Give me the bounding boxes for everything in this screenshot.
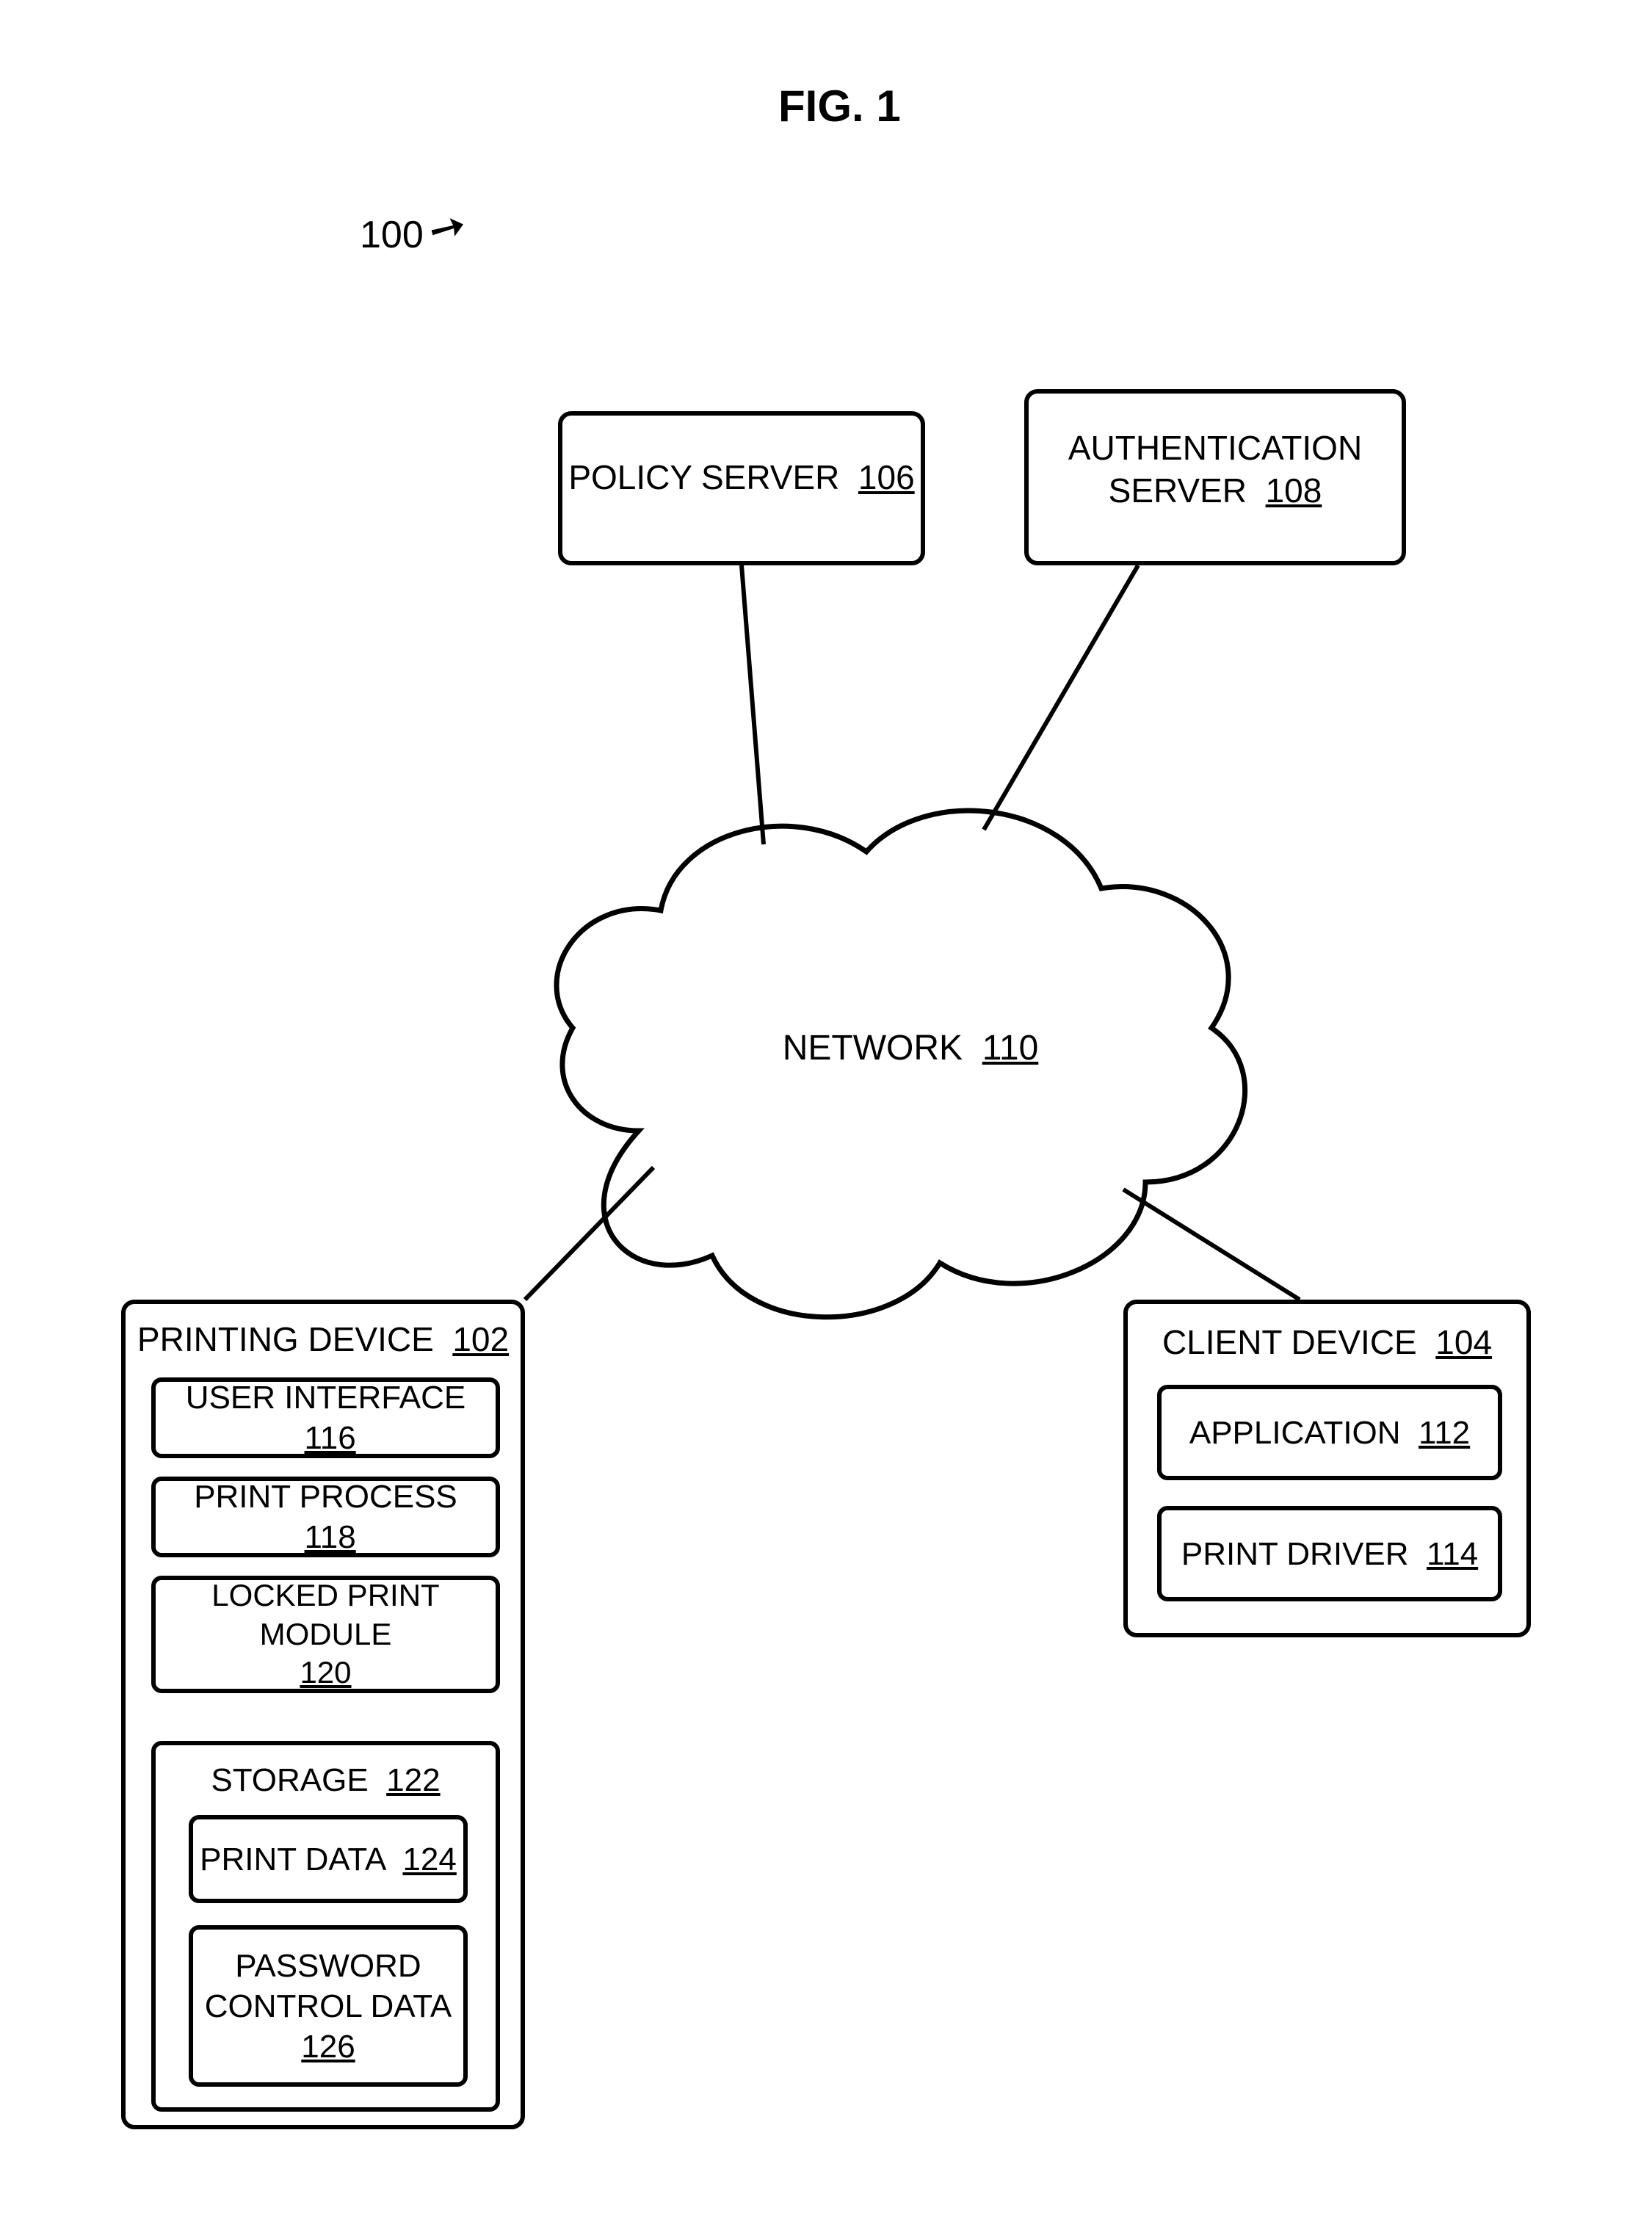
client-print-driver-box: PRINT DRIVER 114 bbox=[1157, 1506, 1502, 1601]
print-data-label: PRINT DATA bbox=[200, 1841, 385, 1877]
password-control-data-label2: CONTROL DATA bbox=[205, 1988, 452, 2024]
storage-num: 122 bbox=[386, 1762, 440, 1798]
figure-ref-100: 100 bbox=[360, 213, 424, 257]
network-num: 110 bbox=[982, 1029, 1039, 1068]
user-interface-num: 116 bbox=[305, 1420, 356, 1456]
auth-server-box: AUTHENTICATION SERVER 108 bbox=[1024, 389, 1406, 565]
print-data-box: PRINT DATA 124 bbox=[189, 1815, 468, 1903]
policy-server-num: 106 bbox=[858, 458, 915, 496]
network-label-text: NETWORK bbox=[783, 1029, 963, 1068]
user-interface-label: USER INTERFACE bbox=[186, 1380, 465, 1416]
printing-device-label: PRINTING DEVICE bbox=[137, 1320, 434, 1358]
auth-server-label-line2: SERVER bbox=[1109, 471, 1247, 510]
print-process-num: 118 bbox=[305, 1519, 356, 1555]
printing-device-num: 102 bbox=[452, 1320, 509, 1358]
locked-print-module-num: 120 bbox=[300, 1655, 351, 1689]
print-process-box: PRINT PROCESS 118 bbox=[151, 1477, 500, 1557]
client-device-box: CLIENT DEVICE 104 APPLICATION 112 PRINT … bbox=[1123, 1300, 1531, 1637]
print-process-label: PRINT PROCESS bbox=[194, 1479, 457, 1515]
auth-server-label-line1: AUTHENTICATION bbox=[1068, 429, 1362, 467]
password-control-data-label1: PASSWORD bbox=[235, 1948, 421, 1984]
client-application-box: APPLICATION 112 bbox=[1157, 1385, 1502, 1480]
printing-device-box: PRINTING DEVICE 102 USER INTERFACE 116 P… bbox=[121, 1300, 525, 2129]
figure-ref-arrow: ➚ bbox=[419, 196, 477, 259]
storage-label: STORAGE bbox=[211, 1762, 368, 1798]
auth-server-num: 108 bbox=[1266, 471, 1322, 510]
client-application-num: 112 bbox=[1419, 1415, 1470, 1451]
policy-server-box: POLICY SERVER 106 bbox=[558, 411, 925, 565]
client-application-label: APPLICATION bbox=[1189, 1415, 1401, 1451]
locked-print-module-label: LOCKED PRINT MODULE bbox=[211, 1578, 439, 1651]
network-label: NETWORK 110 bbox=[778, 1028, 1043, 1068]
password-control-data-num: 126 bbox=[301, 2029, 355, 2065]
password-control-data-box: PASSWORD CONTROL DATA 126 bbox=[189, 1925, 468, 2087]
figure-title: FIG. 1 bbox=[778, 81, 901, 131]
client-print-driver-label: PRINT DRIVER bbox=[1181, 1536, 1409, 1572]
client-device-num: 104 bbox=[1435, 1323, 1492, 1361]
diagram-stage: FIG. 1 100 ➚ NETWORK 110 POLICY SERVER 1… bbox=[0, 0, 1652, 2213]
client-device-label: CLIENT DEVICE bbox=[1162, 1323, 1417, 1361]
user-interface-box: USER INTERFACE 116 bbox=[151, 1377, 500, 1458]
locked-print-module-box: LOCKED PRINT MODULE 120 bbox=[151, 1576, 500, 1693]
storage-box: STORAGE 122 PRINT DATA 124 PASSWORD CONT… bbox=[151, 1741, 500, 2112]
print-data-num: 124 bbox=[402, 1841, 456, 1877]
policy-server-label: POLICY SERVER bbox=[568, 458, 839, 496]
client-print-driver-num: 114 bbox=[1427, 1536, 1478, 1572]
